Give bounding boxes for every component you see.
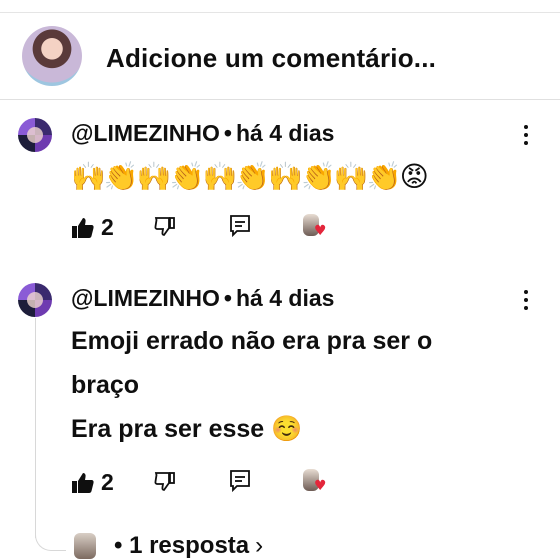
creator-heart[interactable]: ♥ <box>303 214 327 238</box>
chevron-right-icon: › <box>255 532 264 559</box>
thumbs-down-icon <box>154 472 175 491</box>
add-comment-bar[interactable]: Adicione um comentário... <box>0 13 560 99</box>
comment-author-avatar[interactable] <box>18 118 52 152</box>
like-button[interactable]: 2 <box>71 469 114 496</box>
like-count: 2 <box>101 214 114 240</box>
add-comment-prompt[interactable]: Adicione um comentário... <box>106 43 436 74</box>
comment-author[interactable]: @LIMEZINHO <box>71 120 220 146</box>
comment-actions: 2 ♥ <box>71 214 331 244</box>
user-avatar[interactable] <box>22 26 82 86</box>
thumbs-up-icon <box>72 217 94 238</box>
comment-2: @LIMEZINHO • há 4 dias Emoji errado não er… <box>0 273 560 560</box>
comment-1: @LIMEZINHO • há 4 dias 🙌👏🙌👏🙌👏🙌👏🙌👏😡 2 ♥ <box>0 110 560 260</box>
thumbs-down-icon <box>154 217 175 236</box>
header-separator: • <box>223 120 232 146</box>
reply-icon <box>230 470 250 493</box>
reply-button[interactable] <box>229 469 251 493</box>
more-vert-icon[interactable] <box>518 122 534 148</box>
replies-count: • 1 resposta <box>114 532 250 559</box>
comment-timestamp[interactable]: há 4 dias <box>236 285 334 311</box>
creator-heart-icon: ♥ <box>303 214 327 238</box>
reply-author-avatar <box>74 533 96 559</box>
comment-author-avatar[interactable] <box>18 283 52 317</box>
dislike-button[interactable] <box>153 469 177 493</box>
comment-header: @LIMEZINHO • há 4 dias <box>71 285 334 312</box>
header-separator: • <box>223 285 232 311</box>
thumbs-up-icon <box>72 472 94 493</box>
comment-text: 🙌👏🙌👏🙌👏🙌👏🙌👏😡 <box>71 160 429 193</box>
like-button[interactable]: 2 <box>71 214 114 241</box>
reply-icon <box>230 215 250 238</box>
creator-heart-icon: ♥ <box>303 469 327 493</box>
more-vert-icon[interactable] <box>518 287 534 313</box>
comment-timestamp[interactable]: há 4 dias <box>236 120 334 146</box>
creator-heart[interactable]: ♥ <box>303 469 327 493</box>
dislike-button[interactable] <box>153 214 177 238</box>
reply-button[interactable] <box>229 214 251 238</box>
compose-divider <box>0 99 560 100</box>
view-replies-button[interactable]: • 1 resposta › <box>74 532 263 560</box>
comment-author[interactable]: @LIMEZINHO <box>71 285 220 311</box>
like-count: 2 <box>101 469 114 495</box>
comment-actions: 2 ♥ <box>71 469 331 499</box>
comment-header: @LIMEZINHO • há 4 dias <box>71 120 334 147</box>
comment-text: Emoji errado não era pra ser o braço Era… <box>71 327 433 443</box>
